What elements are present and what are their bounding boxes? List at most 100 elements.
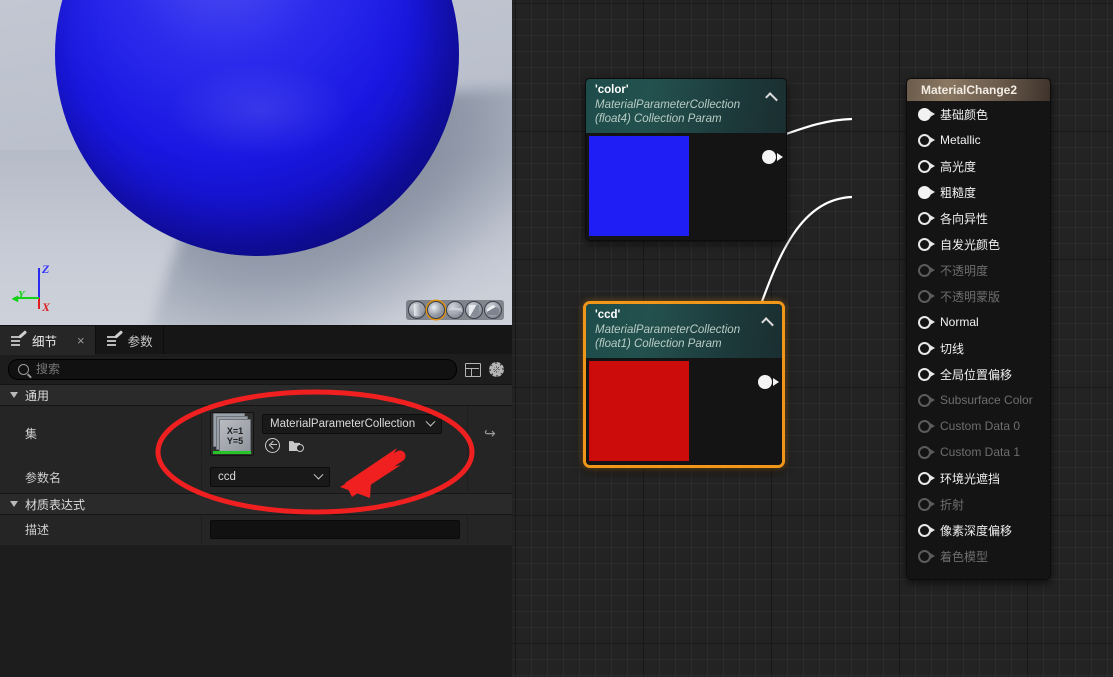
node-ccd-subtitle-1: MaterialParameterCollection bbox=[595, 324, 741, 336]
property-row-collection-set: 集 X=1 Y=5 MaterialParameterCollection ↩ bbox=[0, 406, 512, 462]
node-ccd-subtitle-2: (float1) Collection Param bbox=[595, 338, 722, 350]
material-graph-canvas[interactable]: 'color' MaterialParameterCollection (flo… bbox=[512, 0, 1113, 677]
node-material-change2-title: MaterialChange2 bbox=[907, 79, 1050, 101]
tab-details-label: 细节 bbox=[32, 334, 58, 349]
category-general-label: 通用 bbox=[25, 388, 50, 403]
material-pin-row[interactable]: 各向异性 bbox=[907, 205, 1050, 231]
pin-icon[interactable] bbox=[918, 367, 935, 381]
pin-icon[interactable] bbox=[918, 497, 935, 511]
pin-icon[interactable] bbox=[918, 237, 935, 251]
description-input[interactable] bbox=[210, 520, 460, 539]
pin-icon[interactable] bbox=[918, 185, 935, 199]
category-general[interactable]: 通用 bbox=[0, 384, 512, 406]
material-pin-row[interactable]: 环境光遮挡 bbox=[907, 465, 1050, 491]
material-pin-row[interactable]: Normal bbox=[907, 309, 1050, 335]
close-icon[interactable]: × bbox=[77, 334, 85, 347]
tab-parameters[interactable]: 参数 bbox=[96, 326, 164, 354]
find-in-content-browser-icon[interactable] bbox=[289, 439, 305, 452]
material-preview-viewport[interactable]: ◂ Z X Y bbox=[0, 0, 512, 325]
material-pin-label: Metallic bbox=[940, 133, 981, 147]
pin-icon[interactable] bbox=[918, 471, 935, 485]
material-pin-row[interactable]: 不透明度 bbox=[907, 257, 1050, 283]
preview-shape-cube[interactable] bbox=[465, 301, 483, 319]
asset-picker-dropdown[interactable]: MaterialParameterCollection bbox=[262, 414, 442, 434]
material-pin-row[interactable]: 切线 bbox=[907, 335, 1050, 361]
property-row-description: 描述 bbox=[0, 515, 512, 545]
material-pin-label: 切线 bbox=[940, 341, 965, 356]
pin-icon[interactable] bbox=[918, 289, 935, 303]
chevron-down-icon bbox=[10, 501, 18, 507]
search-input[interactable] bbox=[36, 362, 447, 376]
pin-icon[interactable] bbox=[918, 419, 935, 433]
node-ccd-header[interactable]: 'ccd' MaterialParameterCollection (float… bbox=[586, 304, 782, 358]
material-pin-row[interactable]: Custom Data 0 bbox=[907, 413, 1050, 439]
pin-icon[interactable] bbox=[918, 393, 935, 407]
material-pin-label: 不透明蒙版 bbox=[940, 289, 1001, 304]
node-material-change2-pins: 基础颜色 Metallic 高光度 粗糙度 各向异性 自发光颜色不透明度不透明蒙版 Norm… bbox=[907, 101, 1050, 569]
chevron-down-icon bbox=[313, 469, 324, 480]
material-pin-row[interactable]: 粗糙度 bbox=[907, 179, 1050, 205]
asset-picker-column: MaterialParameterCollection bbox=[262, 414, 442, 453]
details-icon bbox=[11, 334, 26, 347]
pin-icon[interactable] bbox=[918, 523, 935, 537]
material-pin-label: Custom Data 1 bbox=[940, 445, 1021, 459]
material-pin-row[interactable]: 着色模型 bbox=[907, 543, 1050, 569]
parameter-name-value: ccd bbox=[218, 471, 236, 483]
pin-icon[interactable] bbox=[918, 133, 935, 147]
property-reset-collection-set[interactable]: ↩ bbox=[468, 406, 512, 461]
material-pin-row[interactable]: Subsurface Color bbox=[907, 387, 1050, 413]
material-pin-row[interactable]: 像素深度偏移 bbox=[907, 517, 1050, 543]
pin-icon[interactable] bbox=[918, 549, 935, 563]
material-pin-row[interactable]: Custom Data 1 bbox=[907, 439, 1050, 465]
preview-shape-toolbar[interactable] bbox=[406, 300, 504, 320]
preview-shape-custom[interactable] bbox=[484, 301, 502, 319]
pin-icon[interactable] bbox=[918, 341, 935, 355]
pin-icon[interactable] bbox=[918, 445, 935, 459]
node-color[interactable]: 'color' MaterialParameterCollection (flo… bbox=[585, 78, 787, 241]
reset-to-default-icon: ↩ bbox=[484, 425, 496, 441]
material-pin-label: 像素深度偏移 bbox=[940, 523, 1013, 538]
pin-icon[interactable] bbox=[918, 107, 935, 121]
pin-icon[interactable] bbox=[918, 315, 935, 329]
node-color-header[interactable]: 'color' MaterialParameterCollection (flo… bbox=[586, 79, 786, 133]
category-material-expression[interactable]: 材质表达式 bbox=[0, 493, 512, 515]
pin-icon[interactable] bbox=[918, 263, 935, 277]
node-material-change2[interactable]: MaterialChange2 基础颜色 Metallic 高光度 粗糙度 各向异性 自发… bbox=[906, 78, 1051, 580]
table-view-icon[interactable] bbox=[465, 363, 481, 377]
axis-z-line bbox=[38, 268, 40, 298]
axis-z-label: Z bbox=[42, 262, 50, 276]
thumb-text-y: Y=5 bbox=[226, 436, 244, 446]
material-pin-row[interactable]: 自发光颜色 bbox=[907, 231, 1050, 257]
node-color-output-pin[interactable] bbox=[762, 150, 783, 164]
parameter-name-dropdown[interactable]: ccd bbox=[210, 467, 330, 487]
browse-to-asset-icon[interactable] bbox=[265, 438, 280, 453]
tab-details[interactable]: 细节 × bbox=[0, 326, 96, 355]
preview-shape-sphere[interactable] bbox=[427, 301, 445, 319]
material-pin-row[interactable]: Metallic bbox=[907, 127, 1050, 153]
material-pin-row[interactable]: 基础颜色 bbox=[907, 101, 1050, 127]
asset-action-buttons bbox=[262, 438, 442, 453]
pin-icon[interactable] bbox=[918, 159, 935, 173]
node-ccd-output-pin[interactable] bbox=[758, 375, 779, 389]
material-pin-row[interactable]: 折射 bbox=[907, 491, 1050, 517]
material-pin-label: 不透明度 bbox=[940, 263, 989, 278]
node-ccd-body bbox=[586, 358, 782, 465]
property-value-collection-set: X=1 Y=5 MaterialParameterCollection bbox=[202, 406, 468, 461]
asset-thumbnail[interactable]: X=1 Y=5 bbox=[210, 411, 254, 456]
pin-icon[interactable] bbox=[918, 211, 935, 225]
property-reset-description bbox=[468, 515, 512, 544]
node-color-swatch bbox=[589, 136, 689, 236]
preview-shape-cylinder[interactable] bbox=[408, 301, 426, 319]
material-pin-row[interactable]: 不透明蒙版 bbox=[907, 283, 1050, 309]
material-pin-label: Custom Data 0 bbox=[940, 419, 1021, 433]
material-pin-row[interactable]: 高光度 bbox=[907, 153, 1050, 179]
search-box[interactable] bbox=[8, 358, 457, 380]
material-pin-label: 折射 bbox=[940, 497, 965, 512]
property-label-collection-set: 集 bbox=[0, 406, 202, 461]
node-ccd[interactable]: 'ccd' MaterialParameterCollection (float… bbox=[583, 301, 785, 468]
property-label-parameter-name: 参数名 bbox=[0, 462, 202, 492]
preview-shape-plane[interactable] bbox=[446, 301, 464, 319]
axis-x-label: X bbox=[42, 300, 51, 314]
settings-gear-icon[interactable] bbox=[489, 362, 504, 377]
material-pin-row[interactable]: 全局位置偏移 bbox=[907, 361, 1050, 387]
